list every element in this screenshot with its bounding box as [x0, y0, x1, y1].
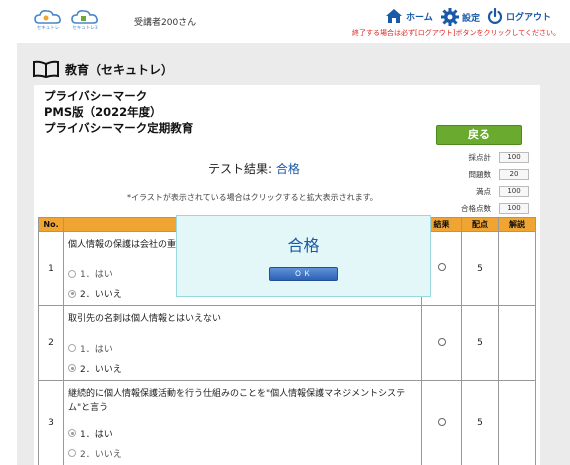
option-label: 1．はい	[80, 344, 113, 355]
col-explain: 解説	[498, 217, 536, 232]
row-no: 2	[38, 305, 64, 381]
result-cell	[421, 305, 462, 381]
option-label: 2．いいえ	[80, 364, 122, 375]
stat-label: 満点	[476, 187, 491, 196]
book-icon	[33, 60, 59, 78]
nav-logout[interactable]: ログアウト	[487, 8, 551, 24]
option-label: 2．いいえ	[80, 449, 122, 460]
course-line-2: PMS版（2022年度）	[44, 105, 162, 119]
option-label: 1．はい	[80, 270, 113, 280]
stat-label: 採点計	[468, 153, 492, 162]
radio-button[interactable]	[68, 449, 76, 457]
points-cell: 5	[461, 380, 499, 465]
stat-value: 100	[499, 152, 529, 163]
back-button[interactable]: 戻る	[436, 125, 522, 145]
result-cell	[421, 380, 462, 465]
test-result-value: 合格	[275, 162, 300, 176]
question-cell: 取引先の名刺は個人情報とはいえない 1．はい 2．いいえ	[63, 305, 422, 381]
question-text: 取引先の名刺は個人情報とはいえない	[68, 314, 222, 324]
radio-button[interactable]	[68, 344, 76, 352]
radio-button[interactable]	[68, 289, 76, 298]
nav-settings[interactable]: 設定	[441, 8, 480, 26]
nav-settings-label: 設定	[462, 13, 481, 24]
section-title-text: 教育（セキュトレ）	[65, 62, 174, 77]
table-row: 2 取引先の名刺は個人情報とはいえない 1．はい 2．いいえ 5	[38, 305, 536, 381]
nav-home[interactable]: ホーム	[385, 8, 433, 24]
dialog-title: 合格	[287, 236, 320, 255]
explain-cell[interactable]	[498, 305, 536, 381]
stat-questions: 問題数 20	[458, 169, 529, 180]
stat-label: 問題数	[468, 170, 492, 179]
answer-option[interactable]: 1．はい	[68, 338, 417, 358]
answer-options: 1．はい 2．いいえ	[64, 326, 421, 378]
explain-cell[interactable]	[498, 380, 536, 465]
test-result: テスト結果: 合格	[208, 160, 300, 177]
explain-cell[interactable]	[498, 231, 536, 306]
option-label: 1．はい	[80, 429, 113, 440]
result-dialog: 合格 ＯＫ	[176, 215, 431, 297]
nav-logout-label: ログアウト	[506, 12, 552, 23]
stat-full-score: 満点 100	[458, 186, 529, 197]
ok-button[interactable]: ＯＫ	[269, 267, 338, 281]
nav-home-label: ホーム	[406, 12, 433, 23]
radio-button[interactable]	[68, 364, 76, 372]
section-title: 教育（セキュトレ）	[33, 60, 173, 78]
svg-text:セキュトレ3: セキュトレ3	[72, 25, 97, 31]
answer-option[interactable]: 1．はい	[68, 423, 417, 443]
option-label: 2．いいえ	[80, 290, 122, 300]
home-icon	[386, 9, 402, 23]
answer-options: 1．はい 2．いいえ	[64, 415, 421, 463]
gear-icon	[441, 8, 459, 26]
sekutore-logo[interactable]: セキュトレ	[33, 9, 63, 31]
points-cell: 5	[461, 305, 499, 381]
stat-score: 採点計 100	[458, 152, 529, 163]
power-icon	[487, 8, 503, 24]
sekutore3-logo[interactable]: セキュトレ3	[70, 9, 100, 31]
logout-note: 終了する場合は必ず[ログアウト]ボタンをクリックしてください。	[352, 29, 561, 37]
svg-text:セキュトレ: セキュトレ	[37, 25, 60, 31]
correct-mark-icon	[437, 417, 446, 426]
stat-value: 20	[499, 169, 529, 180]
course-title: プライバシーマーク PMS版（2022年度） プライバシーマーク定期教育	[44, 88, 193, 136]
stat-label: 合格点数	[461, 204, 491, 213]
test-result-label: テスト結果:	[208, 162, 273, 176]
user-name: 受講者200さん	[134, 18, 197, 28]
stat-value: 100	[499, 203, 529, 214]
table-row: 3 継続的に個人情報保護活動を行う仕組みのことを"個人情報保護マネジメントシステ…	[38, 380, 536, 465]
stat-value: 100	[499, 186, 529, 197]
correct-mark-icon	[437, 263, 446, 271]
illustration-note: *イラストが表示されている場合はクリックすると拡大表示されます。	[127, 193, 378, 202]
course-line-1: プライバシーマーク	[44, 89, 148, 103]
course-line-3: プライバシーマーク定期教育	[44, 121, 194, 135]
question-text: 継続的に個人情報保護活動を行う仕組みのことを"個人情報保護マネジメントシステム"…	[68, 389, 406, 413]
question-cell: 継続的に個人情報保護活動を行う仕組みのことを"個人情報保護マネジメントシステム"…	[63, 380, 422, 465]
row-no: 3	[38, 380, 64, 465]
col-no: No.	[38, 217, 64, 232]
top-bar: セキュトレ セキュトレ3 受講者200さん ホーム 設定 ログアウト 終了する場…	[0, 0, 570, 40]
col-points: 配点	[461, 217, 499, 232]
row-no: 1	[38, 231, 64, 306]
radio-button[interactable]	[68, 269, 76, 278]
answer-option[interactable]: 2．いいえ	[68, 443, 417, 463]
stat-pass-score: 合格点数 100	[458, 203, 529, 214]
correct-mark-icon	[437, 337, 446, 346]
points-cell: 5	[461, 231, 499, 306]
radio-button[interactable]	[68, 429, 76, 437]
answer-option[interactable]: 2．いいえ	[68, 358, 417, 378]
